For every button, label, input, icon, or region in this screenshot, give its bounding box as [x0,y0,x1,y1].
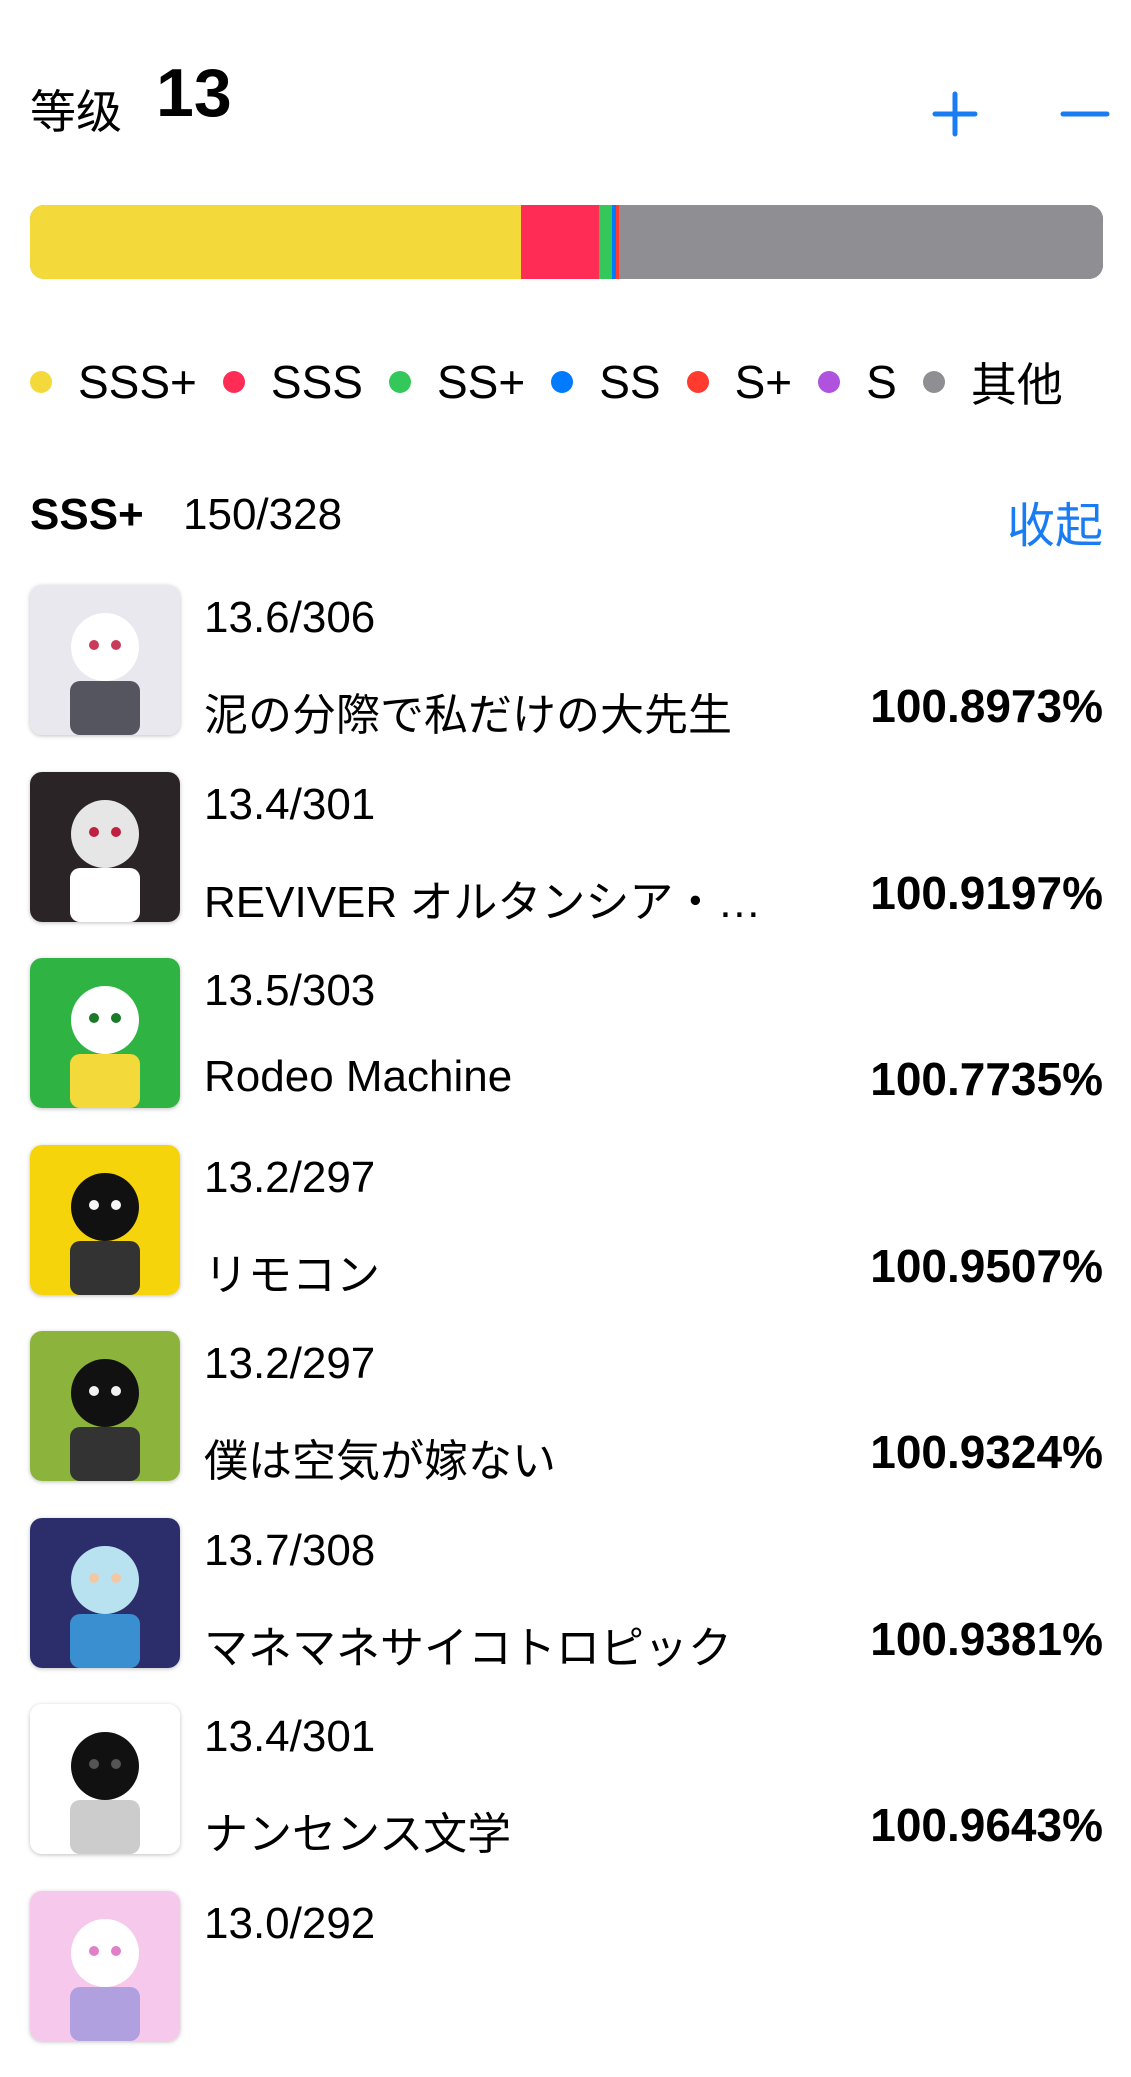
legend-dot [223,371,245,393]
album-cover-icon [30,958,180,1108]
album-cover-icon [30,1891,180,2041]
legend-label: 其他 [971,349,1063,415]
legend-item: S [818,355,897,409]
bar-segment [521,205,600,279]
legend-item: 其他 [923,349,1063,415]
legend-dot [923,371,945,393]
song-score: 100.9197% [870,866,1103,920]
rank-legend: SSS+SSSSS+SSS+S其他 [30,352,1110,412]
album-cover-icon [30,1331,180,1481]
album-cover-icon [30,1518,180,1668]
song-row[interactable]: 13.4/301 ナンセンス文学 100.9643% [30,1704,1103,1891]
level-value: 13 [156,54,232,132]
legend-item: SS [551,355,660,409]
song-row[interactable]: 13.5/303 Rodeo Machine 100.7735% [30,958,1103,1145]
bar-segment [619,205,1103,279]
song-score: 100.7735% [870,1052,1103,1106]
bar-segment [30,205,521,279]
legend-item: SSS+ [30,355,197,409]
legend-label: S [866,355,897,409]
song-row[interactable]: 13.2/297 僕は空気が嫁ない 100.9324% [30,1331,1103,1518]
song-row[interactable]: 13.7/308 マネマネサイコトロピック 100.9381% [30,1518,1103,1705]
song-constant: 13.4/301 [204,1712,375,1762]
legend-dot [687,371,709,393]
song-title: 泥の分際で私だけの大先生 [204,679,804,743]
plus-icon [925,82,985,142]
rank-distribution-bar [30,205,1103,279]
song-constant: 13.4/301 [204,780,375,830]
legend-label: SSS [271,355,363,409]
song-score: 100.9324% [870,1425,1103,1479]
song-title: Rodeo Machine [204,1052,804,1102]
legend-label: SS [599,355,660,409]
legend-item: SSS [223,355,363,409]
song-constant: 13.7/308 [204,1526,375,1576]
section-header: SSS+ 150/328 收起 [30,486,1103,546]
song-constant: 13.5/303 [204,966,375,1016]
collapse-button[interactable]: 收起 [1007,486,1103,556]
level-label: 等级 [30,76,122,142]
legend-dot [30,371,52,393]
legend-label: S+ [735,355,793,409]
legend-label: SSS+ [78,355,197,409]
song-title: マネマネサイコトロピック [204,1612,804,1676]
legend-dot [551,371,573,393]
legend-item: S+ [687,355,793,409]
song-score: 100.9507% [870,1239,1103,1293]
album-cover-icon [30,585,180,735]
level-header: 等级 13 [30,48,1100,138]
song-score: 100.8973% [870,679,1103,733]
song-constant: 13.0/292 [204,1899,375,1949]
section-title: SSS+ [30,490,144,540]
song-row[interactable]: 13.4/301 REVIVER オルタンシア・サーガ 100.9197% [30,772,1103,959]
song-title: REVIVER オルタンシア・サーガ [204,866,804,930]
song-constant: 13.2/297 [204,1339,375,1389]
song-row[interactable]: 13.0/292 [30,1891,1103,2077]
bar-segment [599,205,612,279]
song-row[interactable]: 13.2/297 リモコン 100.9507% [30,1145,1103,1332]
song-constant: 13.6/306 [204,593,375,643]
song-row[interactable]: 13.6/306 泥の分際で私だけの大先生 100.8973% [30,585,1103,772]
decrease-level-button[interactable] [1055,82,1115,142]
section-count: 150/328 [183,490,342,540]
album-cover-icon [30,772,180,922]
song-constant: 13.2/297 [204,1153,375,1203]
legend-label: SS+ [437,355,525,409]
song-list: 13.6/306 泥の分際で私だけの大先生 100.8973% 13.4/301 REV… [30,585,1103,2077]
increase-level-button[interactable] [925,82,985,142]
song-title: リモコン [204,1239,804,1303]
song-title: ナンセンス文学 [204,1798,804,1862]
minus-icon [1055,82,1115,142]
legend-dot [389,371,411,393]
album-cover-icon [30,1145,180,1295]
song-score: 100.9381% [870,1612,1103,1666]
album-cover-icon [30,1704,180,1854]
legend-dot [818,371,840,393]
legend-item: SS+ [389,355,525,409]
song-title: 僕は空気が嫁ない [204,1425,804,1489]
song-score: 100.9643% [870,1798,1103,1852]
